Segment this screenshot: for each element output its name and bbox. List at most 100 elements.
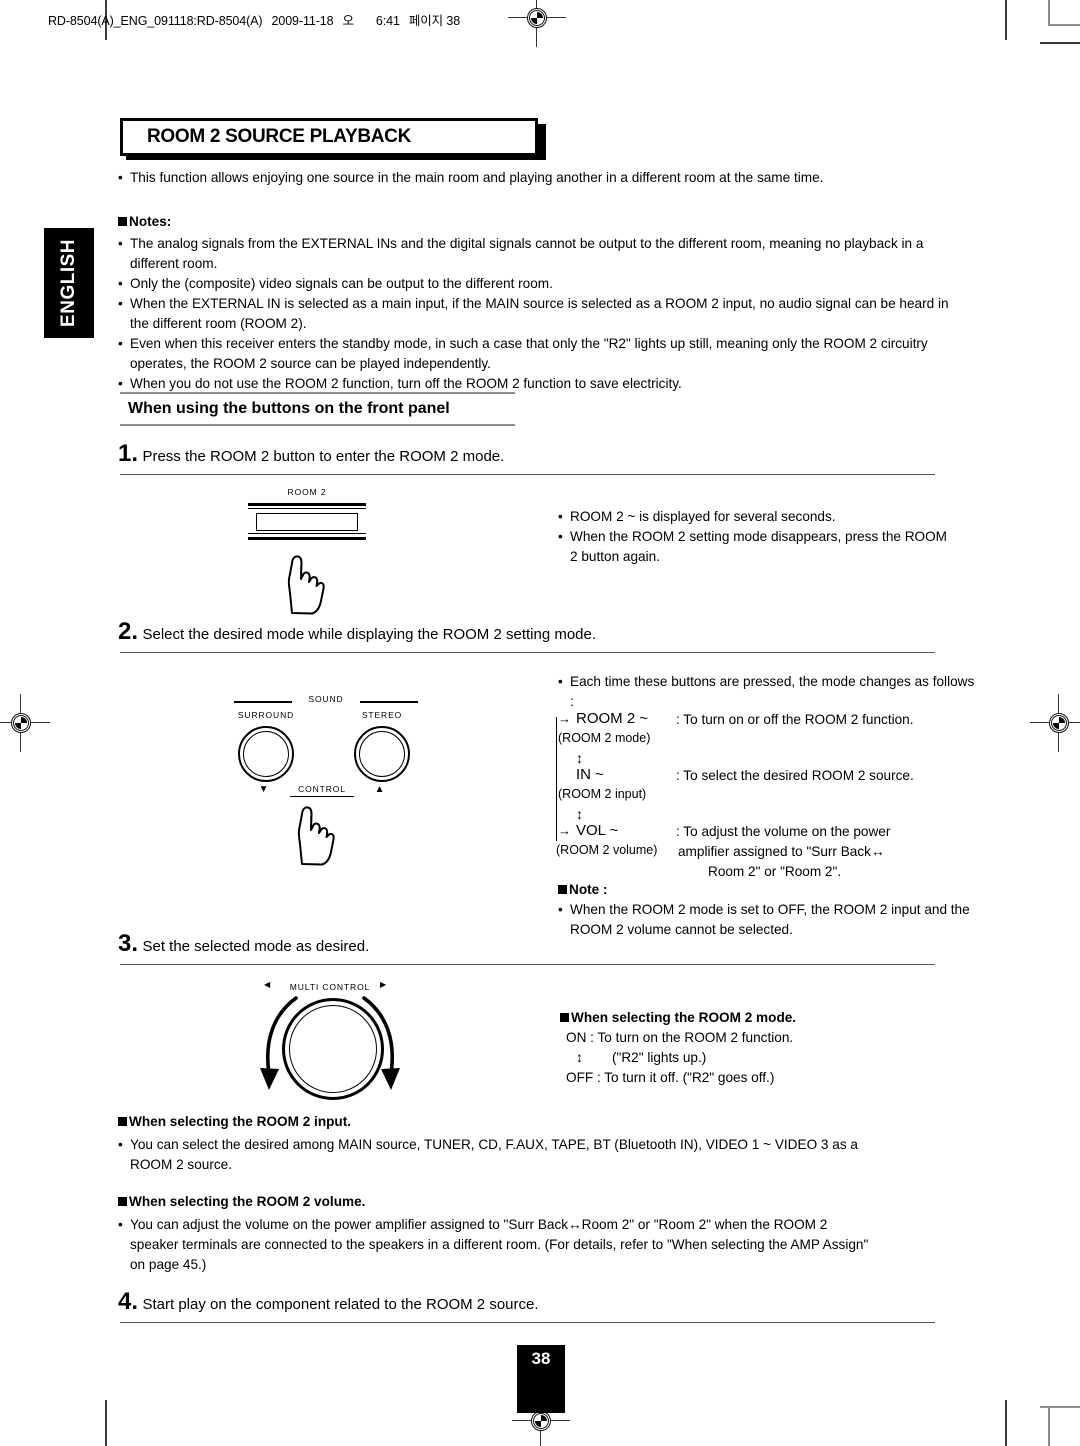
section-title-box: ROOM 2 SOURCE PLAYBACK — [120, 118, 550, 160]
rotate-right-arrow-icon — [362, 996, 400, 1090]
intro-bullet: This function allows enjoying one source… — [118, 168, 968, 188]
registration-mark-left — [0, 694, 50, 752]
figure-room2-button: ROOM 2 — [240, 487, 410, 617]
note-item: When you do not use the ROOM 2 function,… — [118, 374, 968, 394]
page-title: ROOM 2 SOURCE PLAYBACK — [147, 126, 412, 147]
language-tab-label: ENGLISH — [58, 239, 79, 327]
step-4: 4. Start play on the component related t… — [118, 1288, 938, 1316]
surround-knob — [238, 726, 294, 782]
room2-input-heading-label: When selecting the ROOM 2 input. — [129, 1114, 352, 1129]
notes-heading-label: Notes: — [129, 214, 172, 229]
note-item: When the EXTERNAL IN is selected as a ma… — [118, 294, 968, 334]
crop-mark-bottom-right-vertical — [1005, 1400, 1007, 1446]
step-3-text: Set the selected mode as desired. — [142, 938, 370, 955]
room2-volume-text-cont: speaker terminals are connected to the s… — [130, 1237, 869, 1252]
room2-button-graphic — [248, 503, 366, 540]
control-label: CONTROL — [290, 784, 354, 797]
printer-header-date: 2009-11-18 — [271, 14, 334, 28]
printer-header-page-label: 페이지 38 — [408, 14, 461, 28]
pointing-hand-icon — [297, 806, 335, 866]
crop-mark-top-right-corner-h — [1048, 24, 1080, 26]
document-page: RD-8504(A)_ENG_091118:RD-8504(A) 2009-11-… — [0, 0, 1080, 1446]
room2-volume-text: You can adjust the volume on the power a… — [118, 1215, 968, 1235]
mode-chain-updown-icon: ↕ — [576, 750, 583, 766]
step-2-intro: Each time these buttons are pressed, the… — [558, 672, 978, 712]
step-4-number: 4. — [118, 1288, 139, 1315]
step-3-number: 3. — [118, 930, 139, 957]
room2-input-text: You can select the desired among MAIN so… — [118, 1135, 968, 1155]
step-1-note-item: ROOM 2 ~ is displayed for several second… — [558, 507, 958, 527]
multi-control-left-arrow-icon: ◀ — [264, 980, 271, 989]
note-item: Only the (composite) video signals can b… — [118, 274, 968, 294]
printer-header-time: 6:41 — [375, 14, 400, 28]
intro-block: This function allows enjoying one source… — [118, 168, 968, 188]
note-item: The analog signals from the EXTERNAL INs… — [118, 234, 968, 274]
step-2-note-heading-label: Note : — [569, 882, 608, 897]
crop-mark-top-right-vertical — [1005, 0, 1007, 40]
mode-chain: → ROOM 2 ~ : To turn on or off the ROOM … — [556, 710, 976, 879]
square-bullet-icon — [558, 885, 567, 894]
crop-mark-top-right-rule — [1040, 42, 1080, 44]
room2-mode-heading-label: When selecting the ROOM 2 mode. — [571, 1010, 797, 1025]
step-3: 3. Set the selected mode as desired. — [118, 930, 938, 958]
room2-input-block: When selecting the ROOM 2 input. You can… — [118, 1112, 968, 1175]
step-4-text: Start play on the component related to t… — [142, 1296, 539, 1313]
printer-header: RD-8504(A)_ENG_091118:RD-8504(A) 2009-11-… — [48, 10, 460, 29]
subheading-rule-bottom — [120, 424, 515, 426]
pointing-hand-icon — [287, 555, 325, 615]
mode-chain-desc-3-cont2: Room 2" or "Room 2". — [708, 864, 842, 879]
surround-label: SURROUND — [237, 710, 295, 720]
room2-volume-heading: When selecting the ROOM 2 volume. — [118, 1192, 968, 1212]
step-1-number: 1. — [118, 440, 139, 467]
step-2-rule — [120, 652, 935, 654]
square-bullet-icon — [118, 1117, 127, 1126]
room2-mode-heading: When selecting the ROOM 2 mode. — [560, 1008, 980, 1028]
step-2: 2. Select the desired mode while display… — [118, 618, 938, 646]
step-1-note-item: When the ROOM 2 setting mode disappears,… — [558, 527, 958, 567]
stereo-up-arrow-icon: ▲ — [374, 784, 386, 795]
crop-mark-bottom-right-corner-v — [1048, 1408, 1050, 1446]
step-3-rule — [120, 964, 935, 966]
note-item: Even when this receiver enters the stand… — [118, 334, 968, 374]
square-bullet-icon — [118, 1197, 127, 1206]
square-bullet-icon — [560, 1013, 569, 1022]
step-3-mode-block: When selecting the ROOM 2 mode. ON : To … — [560, 1008, 980, 1088]
room2-volume-text-cont2: on page 45.) — [130, 1257, 207, 1272]
multi-control-label: MULTI CONTROL — [289, 982, 371, 992]
mode-chain-display-2: IN ~ — [576, 766, 604, 783]
room2-mode-on-note: ("R2" lights up.) — [612, 1050, 707, 1065]
subheading-block: When using the buttons on the front pane… — [120, 392, 515, 426]
mode-chain-display-3: VOL ~ — [576, 822, 619, 839]
room2-volume-block: When selecting the ROOM 2 volume. You ca… — [118, 1192, 968, 1275]
surround-down-arrow-icon: ▼ — [258, 784, 270, 795]
step-1: 1. Press the ROOM 2 button to enter the … — [118, 440, 938, 468]
crop-mark-top-right-corner-v — [1048, 0, 1050, 26]
notes-block: Notes: The analog signals from the EXTER… — [118, 212, 968, 394]
registration-mark-top — [508, 0, 566, 47]
step-4-rule — [120, 1322, 935, 1324]
room2-mode-updown-icon: ↕ — [576, 1050, 583, 1065]
square-bullet-icon — [118, 217, 127, 226]
mode-chain-desc-3-cont1: amplifier assigned to "Surr Back↔ — [678, 844, 885, 859]
room2-button-caption: ROOM 2 — [287, 487, 327, 497]
step-2-note-heading: Note : — [558, 880, 978, 900]
mode-chain-arrow-icon: → — [558, 711, 571, 726]
mode-chain-sub-1: (ROOM 2 mode) — [558, 731, 651, 745]
rotate-left-arrow-icon — [260, 996, 298, 1090]
notes-heading: Notes: — [118, 212, 968, 232]
room2-input-heading: When selecting the ROOM 2 input. — [118, 1112, 968, 1132]
room2-input-text-cont: ROOM 2 source. — [130, 1157, 232, 1172]
step-1-rule — [120, 474, 935, 476]
step-1-notes: ROOM 2 ~ is displayed for several second… — [558, 507, 958, 567]
mode-chain-desc-3: : To adjust the volume on the power — [676, 824, 891, 839]
step-1-text: Press the ROOM 2 button to enter the ROO… — [142, 448, 505, 465]
registration-mark-right — [1030, 694, 1080, 752]
figure-sound-control: SOUND SURROUND STEREO ▼ CONTROL ▲ — [228, 688, 424, 866]
room2-volume-heading-label: When selecting the ROOM 2 volume. — [129, 1194, 366, 1209]
room2-mode-on: ON : To turn on the ROOM 2 function. — [566, 1030, 794, 1045]
step-2-text: Select the desired mode while displaying… — [142, 626, 597, 643]
mode-chain-sub-2: (ROOM 2 input) — [558, 787, 647, 801]
mode-chain-arrow-icon: → — [558, 823, 571, 838]
subheading-label: When using the buttons on the front pane… — [128, 400, 450, 417]
mode-chain-sub-3: (ROOM 2 volume) — [556, 843, 658, 857]
